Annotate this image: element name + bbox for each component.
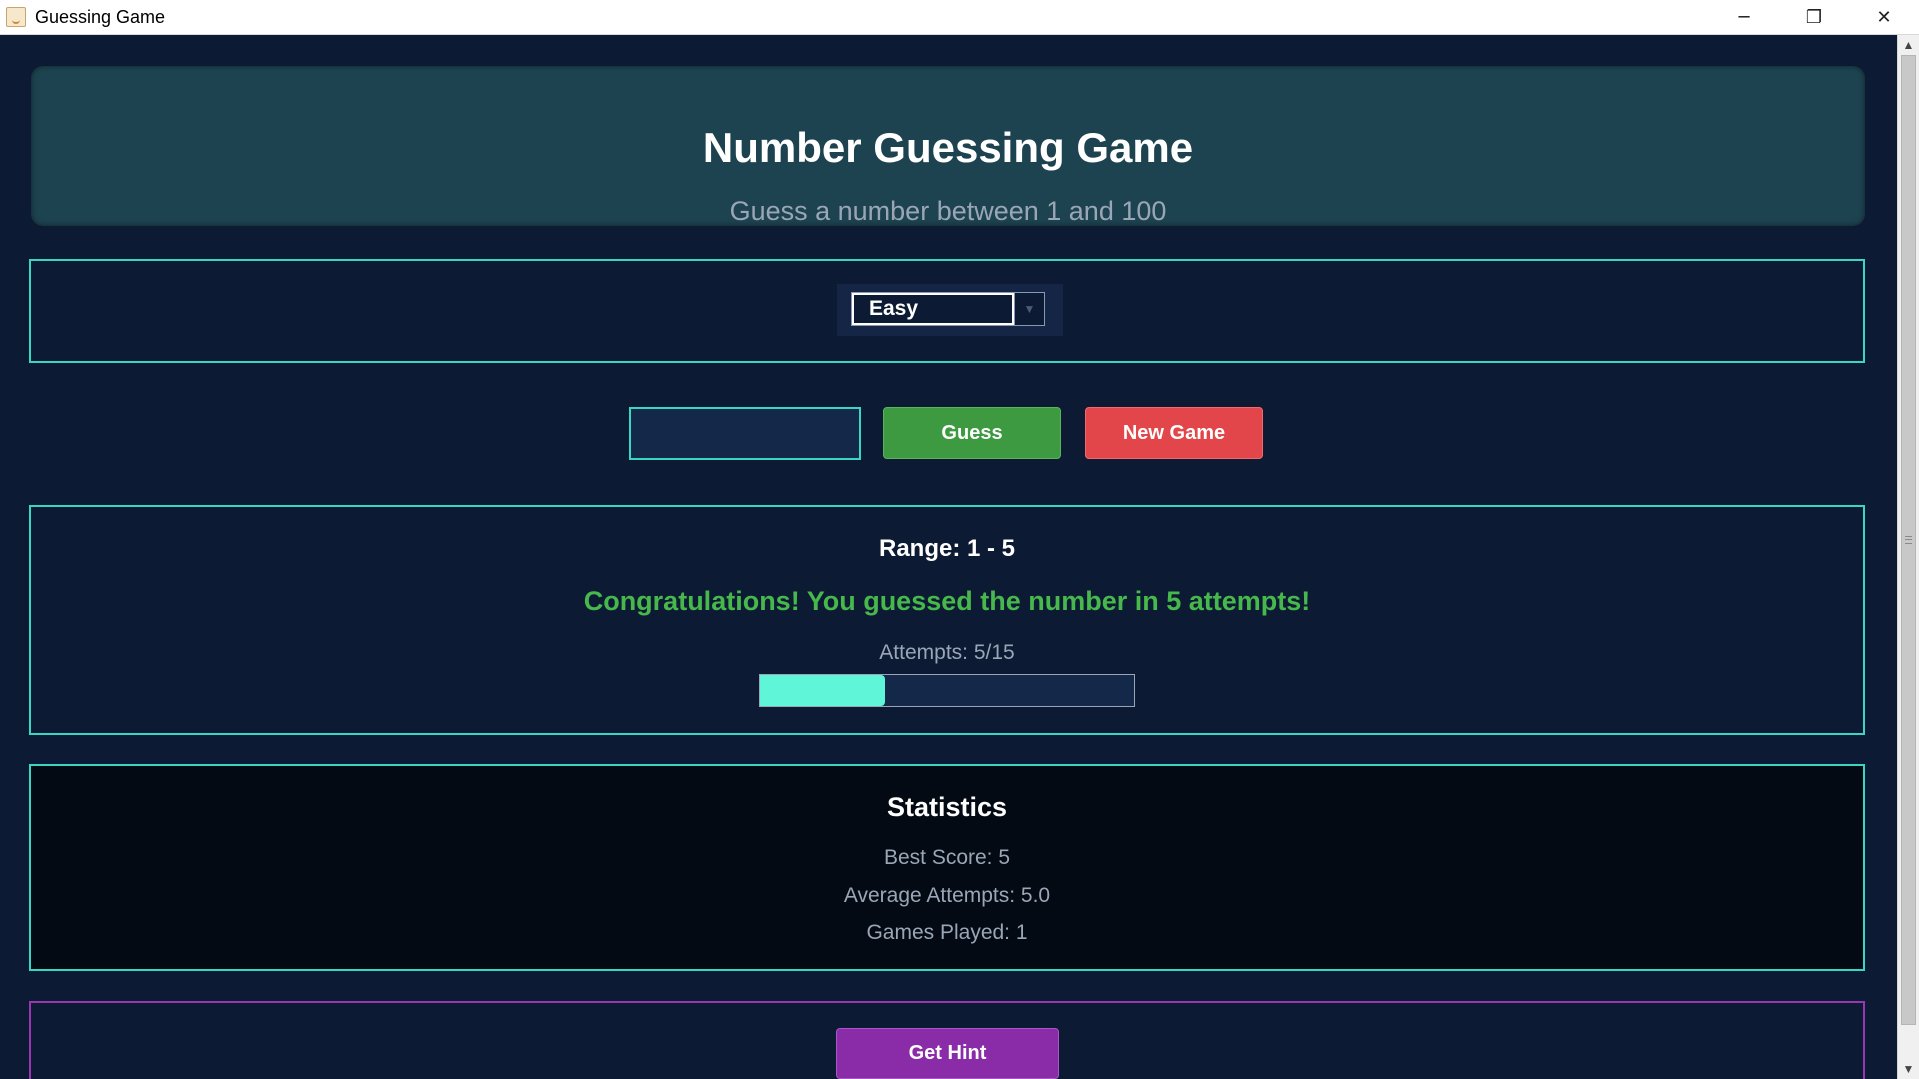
- close-icon[interactable]: ✕: [1849, 0, 1919, 34]
- get-hint-button[interactable]: Get Hint: [836, 1028, 1059, 1079]
- window-titlebar: Guessing Game ─ ❐ ✕: [0, 0, 1919, 35]
- window-title: Guessing Game: [35, 6, 166, 27]
- minimize-icon[interactable]: ─: [1709, 0, 1779, 34]
- attempts-progress-bar: [759, 674, 1135, 707]
- result-message: Congratulations! You guessed the number …: [583, 586, 1311, 616]
- scroll-up-icon[interactable]: ▲: [1898, 35, 1919, 55]
- scrollbar-grip-icon: [1905, 536, 1912, 544]
- difficulty-select[interactable]: Easy ▼: [851, 292, 1045, 326]
- difficulty-panel: Easy ▼: [29, 259, 1865, 363]
- restore-icon[interactable]: ❐: [1779, 0, 1849, 34]
- chevron-down-icon[interactable]: ▼: [1014, 293, 1044, 325]
- attempts-label: Attempts: 5/15: [879, 641, 1015, 664]
- window-controls: ─ ❐ ✕: [1709, 0, 1919, 34]
- average-attempts-label: Average Attempts: 5.0: [843, 884, 1051, 907]
- status-panel: Range: 1 - 5 Congratulations! You guesse…: [29, 505, 1865, 735]
- best-score-label: Best Score: 5: [883, 846, 1011, 869]
- range-label: Range: 1 - 5: [878, 535, 1016, 562]
- games-played-label: Games Played: 1: [866, 921, 1028, 944]
- scrollbar-thumb[interactable]: [1901, 55, 1916, 1025]
- vertical-scrollbar[interactable]: ▲ ▼: [1897, 35, 1919, 1079]
- guess-button[interactable]: Guess: [883, 407, 1061, 459]
- hint-panel: Get Hint: [29, 1001, 1865, 1079]
- difficulty-selected-value[interactable]: Easy: [852, 293, 1014, 325]
- difficulty-select-wrapper: Easy ▼: [837, 284, 1063, 336]
- new-game-button[interactable]: New Game: [1085, 407, 1263, 459]
- statistics-panel: Statistics Best Score: 5 Average Attempt…: [29, 764, 1865, 971]
- guess-input[interactable]: [629, 407, 861, 460]
- game-content: Number Guessing Game Guess a number betw…: [0, 35, 1897, 1079]
- page-subtitle: Guess a number between 1 and 100: [729, 196, 1167, 226]
- statistics-title: Statistics: [886, 792, 1008, 822]
- java-app-icon: [6, 7, 26, 27]
- page-title: Number Guessing Game: [702, 124, 1194, 171]
- attempts-progress-fill: [760, 675, 885, 706]
- scroll-down-icon[interactable]: ▼: [1898, 1059, 1919, 1079]
- header-card: Number Guessing Game Guess a number betw…: [31, 66, 1865, 226]
